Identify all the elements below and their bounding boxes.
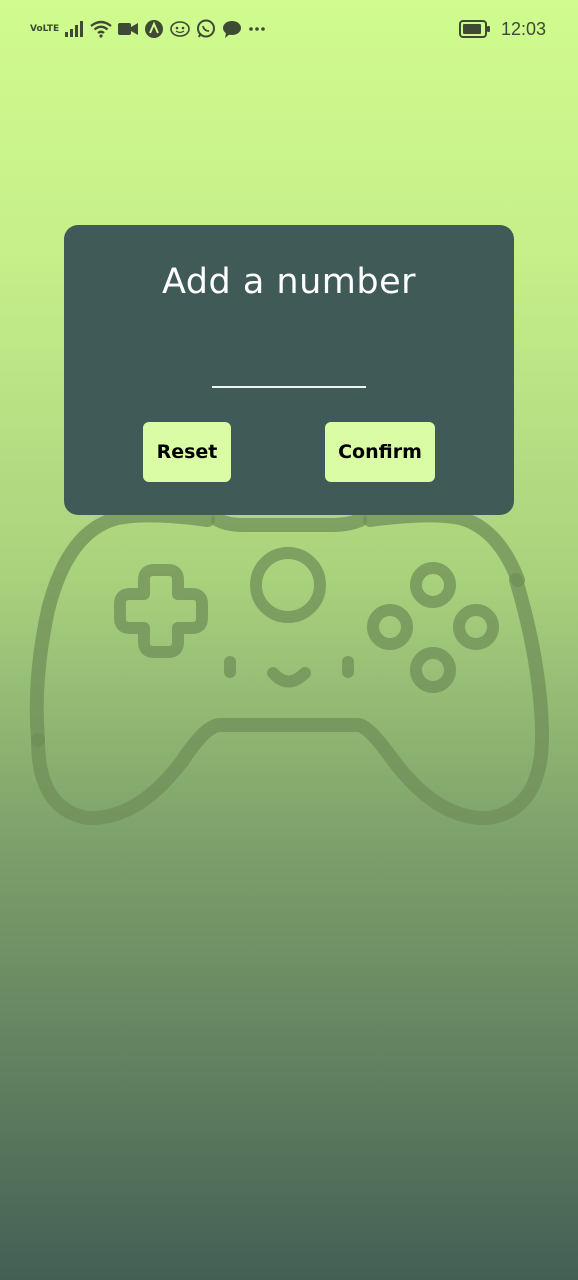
whatsapp-icon — [196, 19, 216, 39]
confirm-button[interactable]: Confirm — [325, 422, 435, 482]
video-call-icon — [118, 22, 138, 36]
app-a-icon — [144, 19, 164, 39]
dialog-title: Add a number — [161, 262, 417, 302]
number-input[interactable] — [212, 350, 366, 388]
status-icons-left: Vo LTE — [30, 16, 266, 42]
status-icons-right: 12:03 — [458, 16, 546, 42]
more-icon — [248, 26, 266, 32]
signal-icon — [64, 21, 84, 37]
chat-bubble-icon — [222, 20, 242, 38]
reset-button[interactable]: Reset — [143, 422, 231, 482]
volte-icon: Vo LTE — [30, 23, 60, 34]
battery-icon — [458, 20, 491, 38]
app-sticker-icon — [170, 20, 190, 38]
status-bar: Vo LTE 12:03 — [0, 0, 578, 58]
game-controller-icon — [28, 480, 550, 830]
status-time: 12:03 — [500, 18, 546, 39]
wifi-icon — [90, 20, 112, 38]
